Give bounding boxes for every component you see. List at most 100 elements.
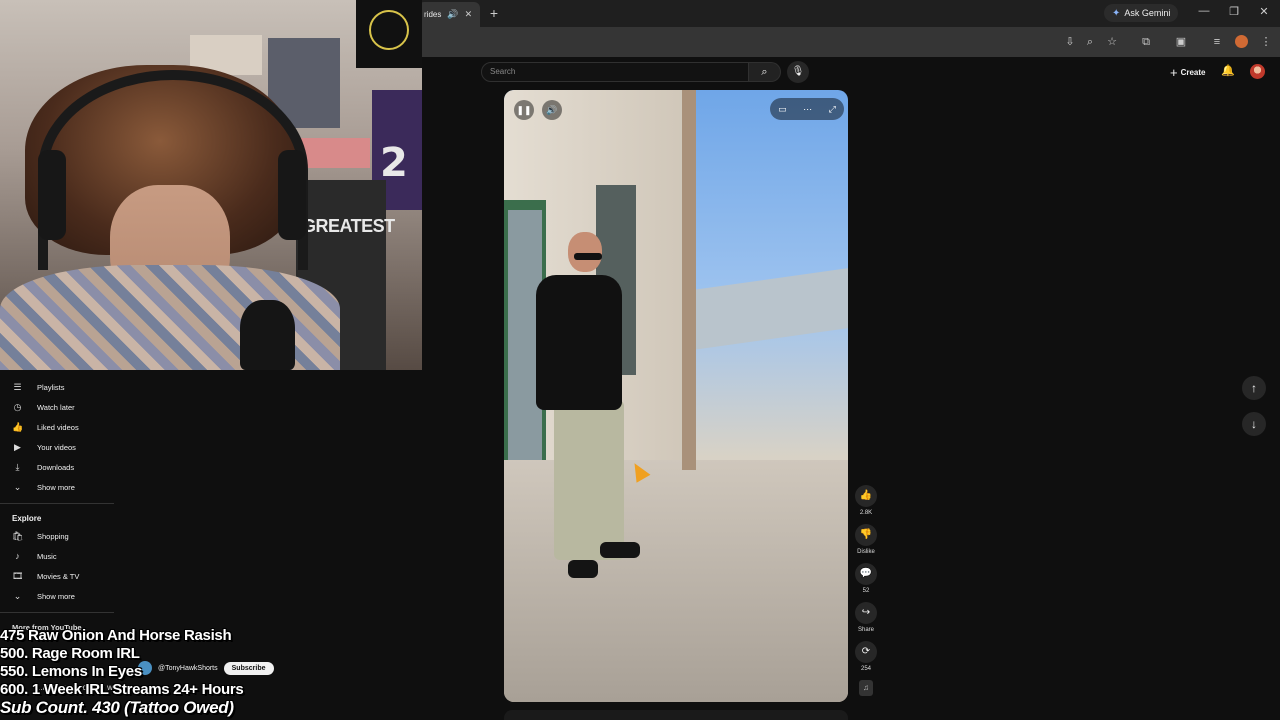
next-short-button[interactable]: ↓ [1242,412,1266,436]
account-avatar[interactable] [1250,64,1265,79]
video-person-sunglasses [574,253,602,260]
ask-gemini-button[interactable]: ✦ Ask Gemini [1104,4,1179,22]
reading-list-icon[interactable]: ≡ [1209,34,1225,50]
dislike-action[interactable]: 👎 Dislike [855,524,877,555]
headphone-earcup [38,150,66,240]
webcam-overlay: 2 GREATEST [0,0,422,370]
video-post [682,90,696,470]
extensions-icon[interactable]: ⧉ [1138,34,1154,50]
dislike-label: Dislike [857,549,875,555]
new-tab-button[interactable]: + [486,5,502,21]
media-control-icon[interactable]: ▣ [1173,34,1189,50]
thumbs-down-icon[interactable]: 👎 [855,524,877,546]
sidebar-item-downloads[interactable]: ⤓ Downloads [12,459,75,475]
clock-icon: ◷ [13,401,22,412]
sidebar-item-label: Music [37,551,57,561]
search-button[interactable]: ⌕ [749,62,781,82]
shorts-video-player[interactable]: ❚❚ 🔊 ▭ ⋯ ⤢ [504,90,848,702]
share-action[interactable]: ↪ Share [855,602,877,633]
subscribe-button[interactable]: Subscribe [223,661,274,675]
like-count: 2.8K [859,510,873,516]
stream-goal: 600. 1 Week IRL Streams 24+ Hours [0,681,244,698]
headphones [38,70,308,270]
speaker-icon[interactable]: 🔊 [447,9,458,20]
sidebar-item-explore-show-more[interactable]: ⌄ Show more [12,588,75,604]
sidebar-item-label: Your videos [37,442,76,452]
previous-short-button[interactable]: ↑ [1242,376,1266,400]
sidebar-divider [0,503,114,504]
sidebar-item-label: Show more [37,482,75,492]
video-person-shoe [600,542,640,558]
more-options-icon[interactable]: ⋯ [803,104,812,115]
close-window-button[interactable]: ✕ [1256,5,1272,18]
microphone [240,300,295,370]
next-short-preview [504,710,848,720]
sidebar-item-label: Downloads [37,462,75,472]
download-icon: ⤓ [15,461,20,472]
browser-menu-icon[interactable]: ⋮ [1258,34,1274,50]
sidebar-item-music[interactable]: ♪ Music [12,548,57,564]
video-top-controls: ▭ ⋯ ⤢ [770,98,844,120]
microphone-icon: 🎙 [791,66,805,77]
plus-icon: + [1170,64,1178,80]
arrow-up-icon: ↑ [1251,381,1257,395]
install-icon[interactable]: ⇩ [1062,34,1078,50]
remix-action[interactable]: ⟳ 254 [855,641,877,672]
thumbs-up-icon[interactable]: 👍 [855,485,877,507]
share-label: Share [857,627,874,633]
smiley-poster [356,0,422,68]
video-person-shoe [568,560,598,578]
channel-handle[interactable]: @TonyHawkShorts [158,665,218,672]
sidebar-item-playlists[interactable]: ☰ Playlists [12,379,65,395]
comment-icon[interactable]: 💬 [855,563,877,585]
film-icon: 🎞 [12,570,24,581]
sidebar-item-label: Show more [37,591,75,601]
thumbs-up-icon: 👍 [12,421,24,432]
stream-goal: 550. Lemons In Eyes [0,663,142,680]
screen: rides 🔊 ✕ + ✦ Ask Gemini — ❐ ✕ ⇩ ⌕ ☆ ⧉ ▣… [0,0,1280,720]
remix-icon[interactable]: ⟳ [855,641,877,663]
minimize-button[interactable]: — [1196,5,1212,17]
sidebar-item-shopping[interactable]: 🛍 Shopping [12,528,69,544]
sidebar-item-liked-videos[interactable]: 👍 Liked videos [12,419,79,435]
create-label: Create [1180,67,1206,77]
notifications-bell-icon[interactable]: 🔔 [1220,64,1236,77]
playlist-icon: ☰ [13,381,22,392]
captions-icon[interactable]: ▭ [778,104,787,115]
video-roof [679,268,848,352]
bag-icon: 🛍 [12,530,24,541]
sidebar-item-show-more[interactable]: ⌄ Show more [12,479,75,495]
video-person-body [536,275,622,410]
sidebar-item-movies-tv[interactable]: 🎞 Movies & TV [12,568,79,584]
video-person-legs [554,400,624,560]
chevron-down-icon: ⌄ [13,590,22,601]
sidebar-item-label: Shopping [37,531,69,541]
search-input[interactable]: Search [481,62,749,82]
browser-tab[interactable]: rides 🔊 ✕ [418,2,480,27]
share-icon[interactable]: ↪ [855,602,877,624]
restore-button[interactable]: ❐ [1226,5,1242,18]
comments-action[interactable]: 💬 52 [855,563,877,594]
chevron-down-icon: ⌄ [13,481,22,492]
bookmark-star-icon[interactable]: ☆ [1104,34,1120,50]
like-action[interactable]: 👍 2.8K [855,485,877,516]
volume-icon[interactable]: 🔊 [542,100,562,120]
voice-search-button[interactable]: 🎙 [787,61,809,83]
sidebar-item-label: Movies & TV [37,571,80,581]
ask-gemini-label: Ask Gemini [1124,8,1171,18]
profile-avatar[interactable] [1235,35,1248,48]
sub-count-overlay: Sub Count. 430 (Tattoo Owed) [0,698,234,717]
arrow-down-icon: ↓ [1251,417,1257,431]
sidebar-item-label: Playlists [37,382,65,392]
zoom-icon[interactable]: ⌕ [1082,34,1098,50]
gemini-sparkle-icon: ✦ [1112,7,1121,19]
video-icon: ▶ [14,441,21,452]
close-tab-icon[interactable]: ✕ [465,9,473,20]
pause-icon[interactable]: ❚❚ [514,100,534,120]
tab-title: rides [424,10,442,19]
fullscreen-icon[interactable]: ⤢ [829,104,836,115]
sidebar-item-your-videos[interactable]: ▶ Your videos [12,439,76,455]
create-button[interactable]: + Create [1170,64,1206,80]
sound-thumbnail-icon[interactable]: ♫ [859,680,873,696]
sidebar-item-watch-later[interactable]: ◷ Watch later [12,399,75,415]
